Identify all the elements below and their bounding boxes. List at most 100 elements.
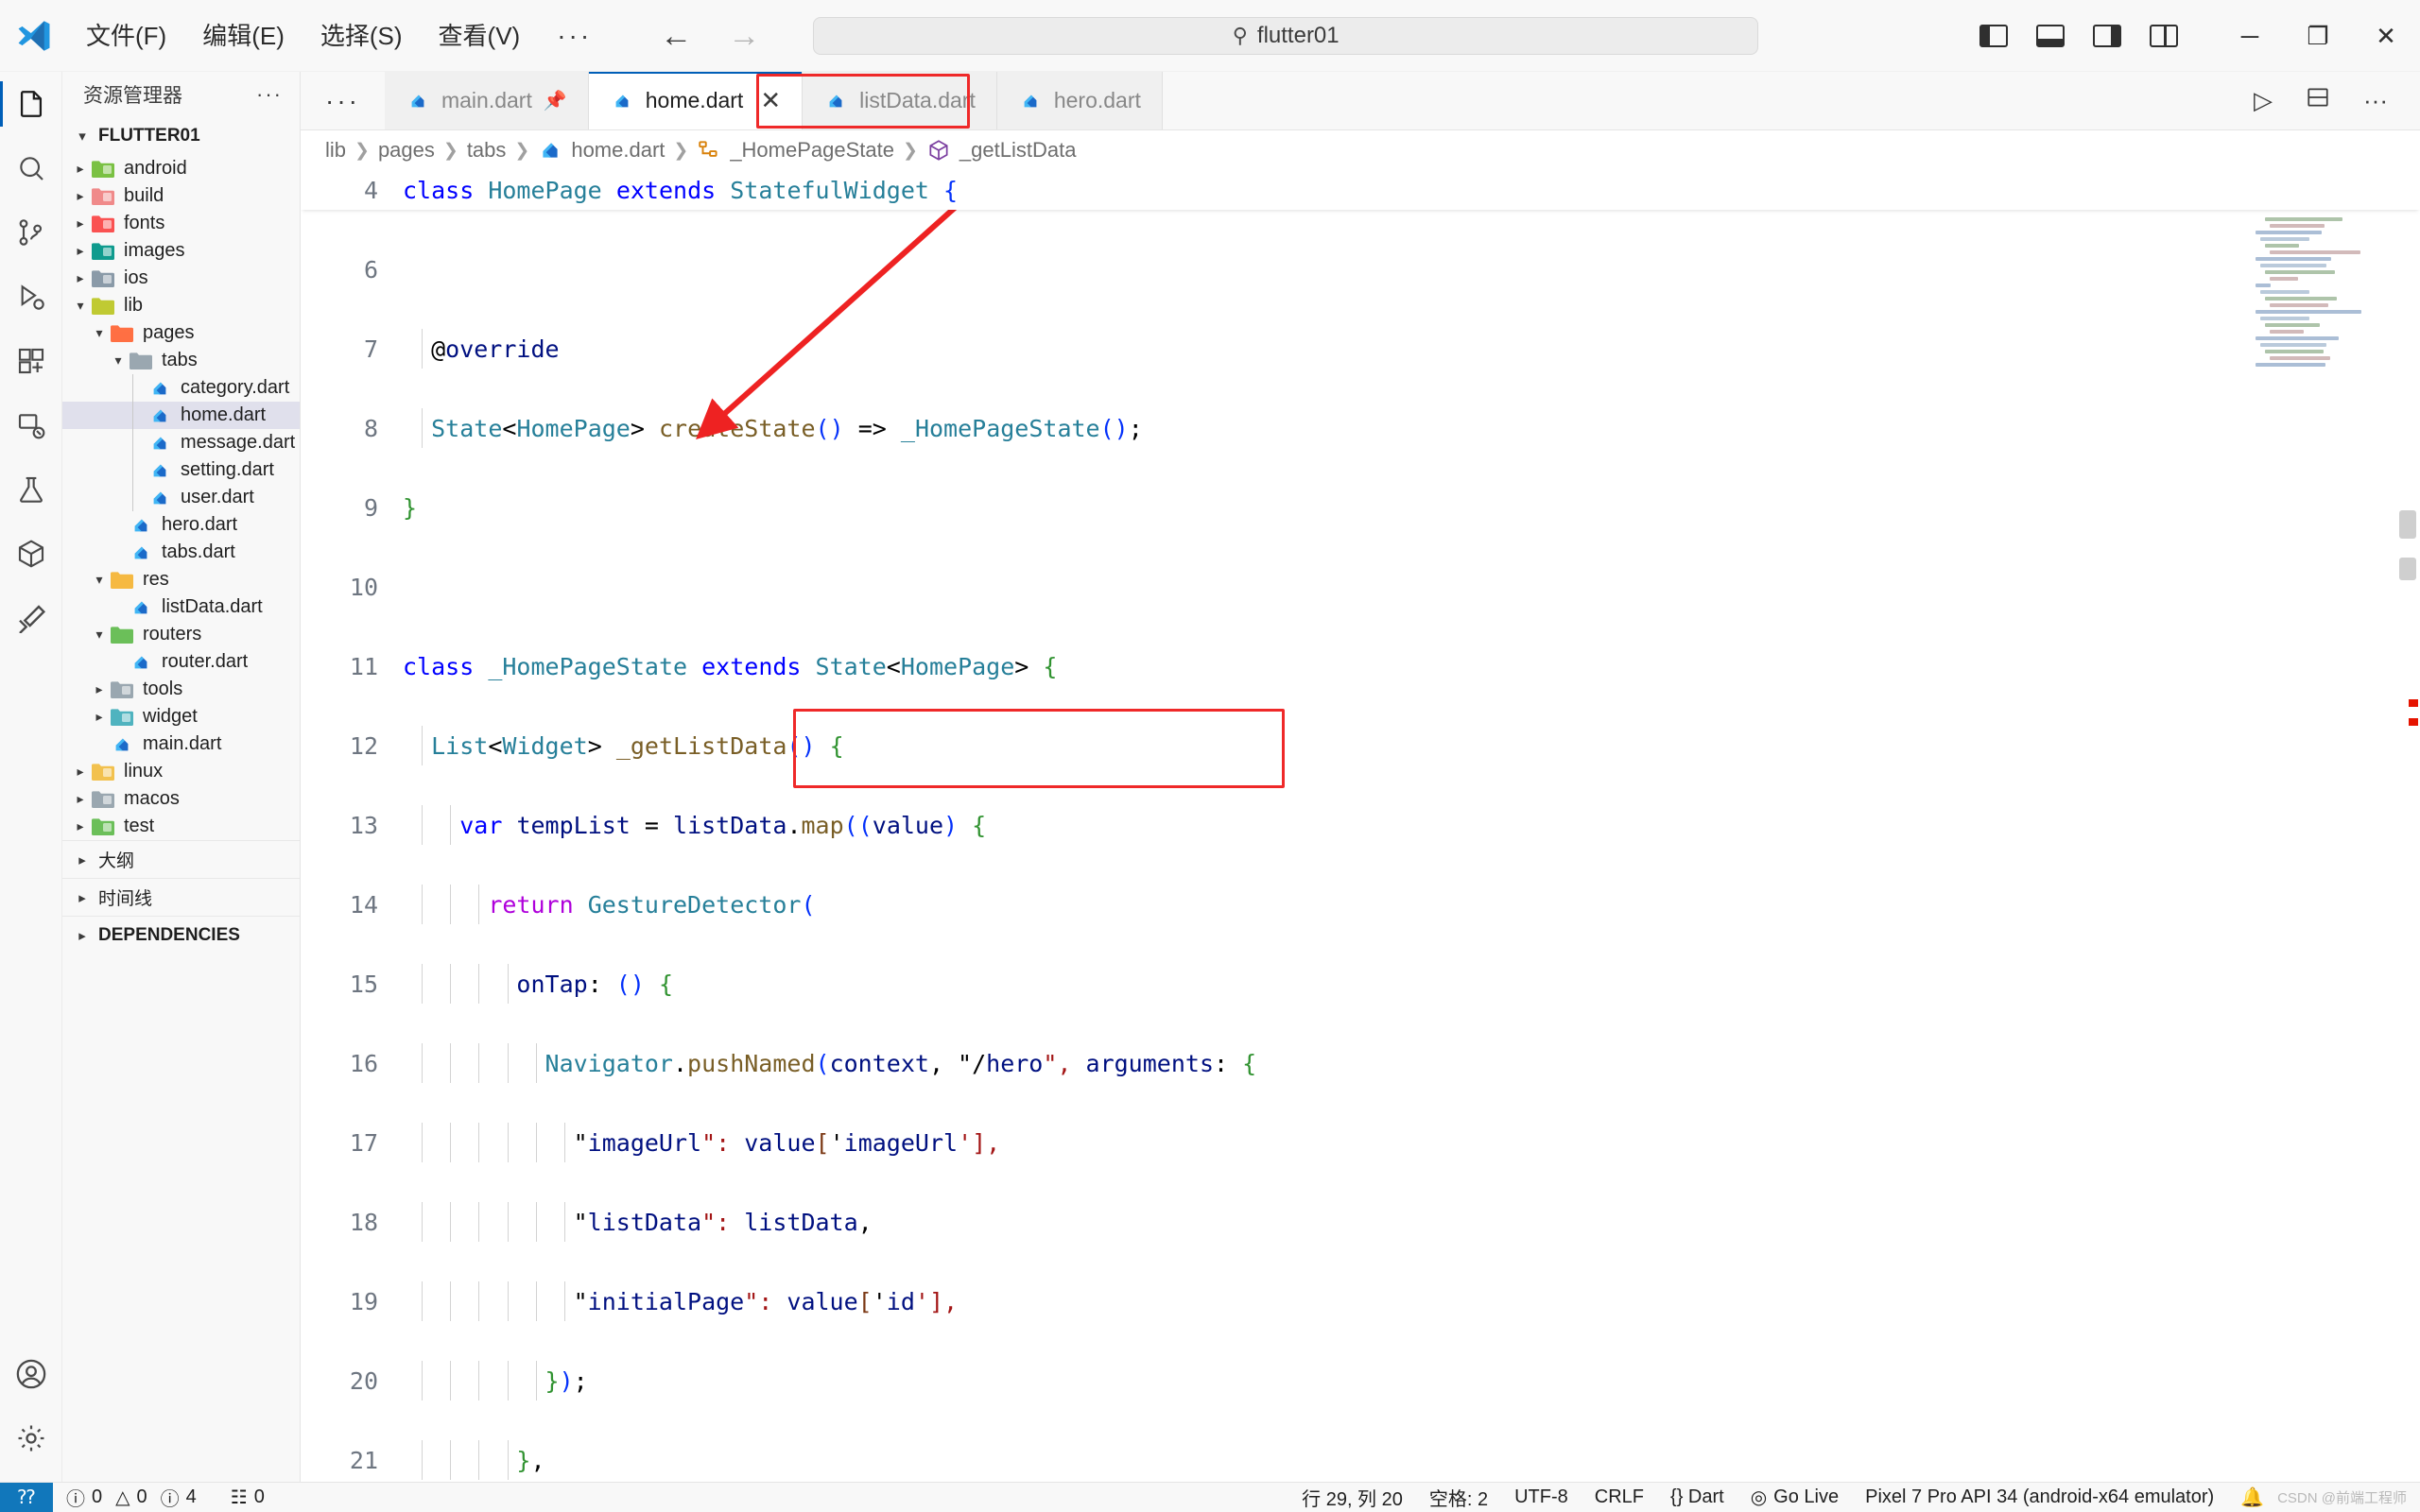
breadcrumb[interactable]: lib ❯ pages ❯ tabs ❯ home.dart ❯ _HomePa…	[301, 130, 2420, 170]
activity-flutter-devtools[interactable]	[0, 586, 62, 650]
code-lines[interactable]: 5 const HomePage({super.key});67 @overri…	[301, 170, 2420, 1480]
file-tree[interactable]: ▸android▸build▸fonts▸images▸ios▾lib▾page…	[62, 155, 300, 840]
activity-accounts[interactable]	[0, 1342, 62, 1406]
chevron-down-icon[interactable]: ▾	[108, 352, 129, 369]
activity-flutter[interactable]	[0, 522, 62, 586]
tree-item-lib[interactable]: ▾lib	[62, 292, 300, 319]
status-ports[interactable]: ☷ 0	[210, 1486, 278, 1509]
explorer-root-folder[interactable]: ▾ FLUTTER01	[62, 117, 300, 155]
status-bar[interactable]: ⁇ ⓘ 0 △ 0 ⓘ 4 ☷ 0 行 29, 列 20 空格: 2 UTF-8…	[0, 1482, 2420, 1512]
status-device[interactable]: Pixel 7 Pro API 34 (android-x64 emulator…	[1852, 1486, 2227, 1508]
tree-item-test[interactable]: ▸test	[62, 813, 300, 840]
status-errors[interactable]: ⓘ 0	[53, 1484, 115, 1511]
play-icon[interactable]: ▷	[2254, 86, 2273, 115]
panel-left-icon[interactable]	[1979, 25, 2008, 47]
code-line-7[interactable]: 7 @override	[301, 329, 2420, 369]
tree-item-widget[interactable]: ▸widget	[62, 703, 300, 730]
sidebar-section-outline[interactable]: ▸大纲	[62, 840, 300, 878]
menu-bar[interactable]: 文件(F) 编辑(E) 选择(S) 查看(V) ···	[68, 15, 611, 57]
editor-minimap[interactable]	[2250, 170, 2392, 1482]
customize-layout-icon[interactable]	[2150, 25, 2178, 47]
editor-actions[interactable]: ▷ ···	[2254, 72, 2420, 129]
pin-icon[interactable]: 📌	[544, 89, 567, 112]
activity-scm[interactable]	[0, 200, 62, 265]
tab-home-dart[interactable]: home.dart✕	[589, 72, 803, 129]
chevron-right-icon[interactable]: ▸	[70, 215, 91, 232]
editor-vertical-scrollbar[interactable]	[2399, 510, 2416, 539]
activity-search[interactable]	[0, 136, 62, 200]
window-controls[interactable]: ─ ❐ ✕	[2216, 0, 2420, 72]
panel-bottom-icon[interactable]	[2036, 25, 2065, 47]
code-line-10[interactable]: 10	[301, 567, 2420, 607]
close-icon[interactable]: ✕	[760, 86, 781, 115]
sidebar-section-timeline[interactable]: ▸时间线	[62, 878, 300, 916]
tree-item-setting-dart[interactable]: setting.dart	[62, 456, 300, 484]
tree-item-ios[interactable]: ▸ios	[62, 265, 300, 292]
breadcrumb-item-homepagestate[interactable]: _HomePageState	[730, 138, 894, 163]
status-warnings[interactable]: △ 0	[115, 1486, 161, 1509]
editor-more-actions[interactable]: ···	[2363, 86, 2388, 115]
code-line-20[interactable]: 20 });	[301, 1361, 2420, 1400]
panel-right-icon[interactable]	[2093, 25, 2121, 47]
arrow-left-icon[interactable]: ←	[660, 20, 692, 52]
tree-item-android[interactable]: ▸android	[62, 155, 300, 182]
navigation-arrows[interactable]: ← →	[660, 20, 760, 52]
breadcrumb-item-tabs[interactable]: tabs	[467, 138, 507, 163]
chevron-right-icon[interactable]: ▸	[70, 161, 91, 177]
code-line-19[interactable]: 19 "initialPage": value['id'],	[301, 1281, 2420, 1321]
breadcrumb-item-lib[interactable]: lib	[325, 138, 346, 163]
close-button[interactable]: ✕	[2352, 0, 2420, 72]
code-editor[interactable]: 5 const HomePage({super.key});67 @overri…	[301, 170, 2420, 1482]
breadcrumb-item-pages[interactable]: pages	[378, 138, 435, 163]
code-line-11[interactable]: 11class _HomePageState extends State<Hom…	[301, 646, 2420, 686]
tree-item-res[interactable]: ▾res	[62, 566, 300, 593]
tree-item-build[interactable]: ▸build	[62, 182, 300, 210]
activity-settings[interactable]	[0, 1406, 62, 1470]
menu-view[interactable]: 查看(V)	[421, 16, 539, 56]
status-encoding[interactable]: UTF-8	[1501, 1486, 1582, 1508]
chevron-down-icon[interactable]: ▾	[89, 627, 110, 643]
tree-item-tools[interactable]: ▸tools	[62, 676, 300, 703]
sidebar-section-dependencies[interactable]: ▸DEPENDENCIES	[62, 916, 300, 954]
chevron-down-icon[interactable]: ▾	[70, 298, 91, 314]
tree-item-user-dart[interactable]: user.dart	[62, 484, 300, 511]
status-language-mode[interactable]: {} Dart	[1657, 1486, 1737, 1508]
tree-item-message-dart[interactable]: message.dart	[62, 429, 300, 456]
editor-scroll-decoration[interactable]	[2399, 558, 2416, 580]
breadcrumb-item-getlistdata[interactable]: _getListData	[959, 138, 1077, 163]
tree-item-fonts[interactable]: ▸fonts	[62, 210, 300, 237]
layout-controls[interactable]	[1979, 25, 2178, 47]
tree-item-routers[interactable]: ▾routers	[62, 621, 300, 648]
remote-window-icon[interactable]: ⁇	[0, 1483, 53, 1512]
arrow-right-icon[interactable]: →	[728, 20, 760, 52]
tree-item-pages[interactable]: ▾pages	[62, 319, 300, 347]
code-line-16[interactable]: 16 Navigator.pushNamed(context, "/hero",…	[301, 1043, 2420, 1083]
tab-hero-dart[interactable]: hero.dart	[997, 72, 1163, 129]
tree-item-home-dart[interactable]: home.dart	[62, 402, 300, 429]
status-eol[interactable]: CRLF	[1582, 1486, 1657, 1508]
activity-explorer[interactable]	[0, 72, 62, 136]
chevron-right-icon[interactable]: ▸	[89, 709, 110, 725]
tree-item-router-dart[interactable]: router.dart	[62, 648, 300, 676]
activity-extensions[interactable]	[0, 329, 62, 393]
menu-file[interactable]: 文件(F)	[68, 16, 184, 56]
code-line-12[interactable]: 12 List<Widget> _getListData() {	[301, 726, 2420, 765]
chevron-right-icon[interactable]: ▸	[70, 188, 91, 204]
code-line-18[interactable]: 18 "listData": listData,	[301, 1202, 2420, 1242]
status-notifications[interactable]: 🔔	[2227, 1486, 2277, 1509]
chevron-right-icon[interactable]: ▸	[70, 791, 91, 807]
menu-more-button[interactable]: ···	[538, 15, 611, 57]
code-line-14[interactable]: 14 return GestureDetector(	[301, 885, 2420, 924]
chevron-down-icon[interactable]: ▾	[89, 572, 110, 588]
split-editor-icon[interactable]	[2305, 85, 2331, 116]
tree-item-main-dart[interactable]: main.dart	[62, 730, 300, 758]
tree-item-tabs[interactable]: ▾tabs	[62, 347, 300, 374]
chevron-right-icon[interactable]: ▸	[89, 681, 110, 697]
ellipsis-icon[interactable]: ···	[256, 82, 283, 107]
maximize-button[interactable]: ❐	[2284, 0, 2352, 72]
tree-item-listdata-dart[interactable]: listData.dart	[62, 593, 300, 621]
code-line-9[interactable]: 9}	[301, 488, 2420, 527]
status-infos[interactable]: ⓘ 4	[161, 1484, 210, 1511]
code-line-15[interactable]: 15 onTap: () {	[301, 964, 2420, 1004]
tree-item-images[interactable]: ▸images	[62, 237, 300, 265]
